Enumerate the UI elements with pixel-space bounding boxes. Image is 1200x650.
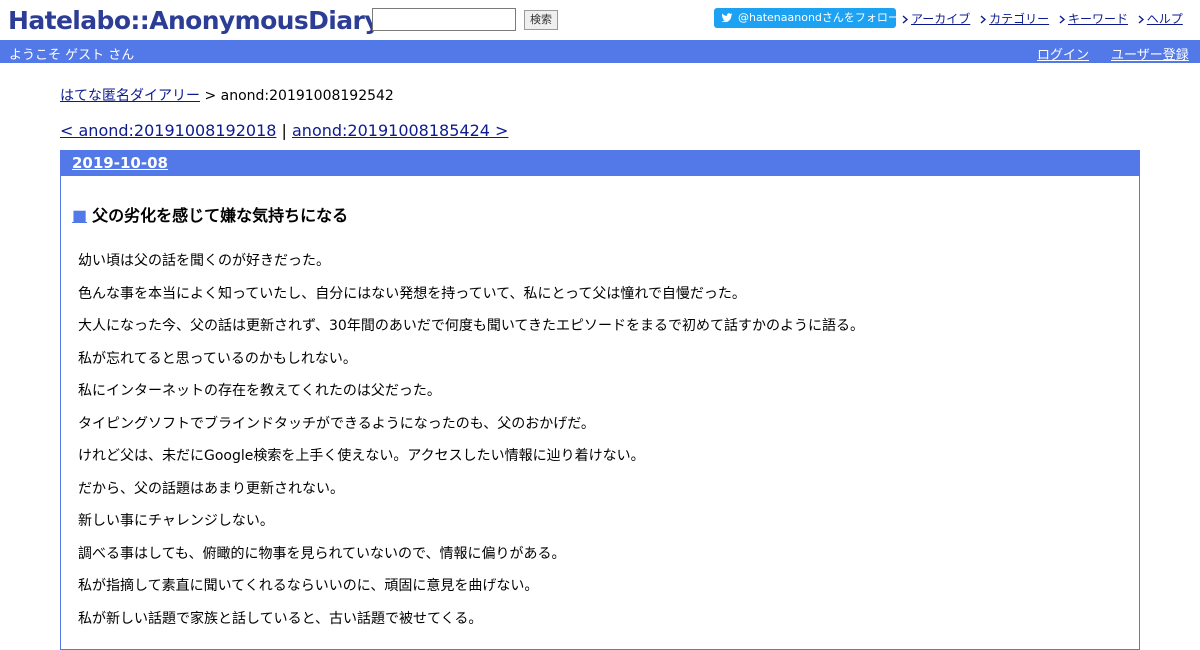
chevron-right-icon — [1138, 15, 1144, 24]
entry-body: 幼い頃は父の話を聞くのが好きだった。 色んな事を本当によく知っていたし、自分には… — [78, 250, 864, 640]
entry-paragraph: 色んな事を本当によく知っていたし、自分にはない発想を持っていて、私にとって父は憧… — [78, 285, 746, 302]
entry-paragraph: だから、父の話題はあまり更新されない。 — [78, 480, 344, 497]
breadcrumb-home-link[interactable]: はてな匿名ダイアリー — [60, 88, 200, 104]
nav-link-keyword[interactable]: キーワード — [1068, 12, 1128, 26]
entry-permalink-marker[interactable]: ■ — [72, 206, 87, 225]
site-logo[interactable]: Hatelabo::AnonymousDiary — [8, 6, 381, 35]
nav-link-category[interactable]: カテゴリー — [989, 12, 1049, 26]
entry-paragraph: 私が指摘して素直に聞いてくれるならいいのに、頑固に意見を曲げない。 — [78, 578, 539, 594]
twitter-follow-label: @hatenaanondさんをフォロー — [738, 11, 899, 24]
entry-paragraph: 大人になった今、父の話は更新されず、30年間のあいだで何度も聞いてきたエピソード… — [78, 318, 864, 334]
entry-paragraph: 私が新しい話題で家族と話していると、古い話題で被せてくる。 — [78, 610, 483, 627]
pager-separator: | — [276, 121, 292, 140]
chevron-right-icon — [1059, 15, 1066, 24]
welcome-text: ようこそ ゲスト さん — [9, 48, 135, 63]
search-input[interactable] — [372, 8, 516, 31]
entry-paragraph: 調べる事はしても、俯瞰的に物事を見られていないので、情報に偏りがある。 — [78, 545, 566, 562]
search-button[interactable]: 検索 — [524, 10, 558, 30]
breadcrumb: はてな匿名ダイアリー > anond:20191008192542 — [60, 85, 394, 105]
twitter-follow-button[interactable]: @hatenaanondさんをフォロー — [714, 8, 899, 28]
nav-item-help[interactable]: ヘルプ — [1138, 10, 1183, 27]
nav-item-keyword[interactable]: キーワード — [1059, 10, 1128, 27]
chevron-right-icon — [980, 15, 987, 24]
breadcrumb-separator: > — [200, 88, 221, 104]
nav-link-help[interactable]: ヘルプ — [1147, 12, 1183, 26]
entry-paragraph: 新しい事にチャレンジしない。 — [78, 513, 274, 529]
site-header: Hatelabo::AnonymousDiary 検索 @hatenaanond… — [0, 0, 1200, 40]
entry-paragraph: 私が忘れてると思っているのかもしれない。 — [78, 350, 357, 367]
twitter-bird-icon — [721, 13, 733, 23]
nav-link-archive[interactable]: アーカイブ — [911, 12, 970, 26]
entry-box: 2019-10-08 ■ 父の劣化を感じて嫌な気持ちになる 幼い頃は父の話を聞くの… — [60, 150, 1140, 650]
next-entry-link[interactable]: anond:20191008185424 > — [292, 121, 508, 140]
prev-entry-link[interactable]: < anond:20191008192018 — [60, 121, 276, 140]
entry-title: ■ 父の劣化を感じて嫌な気持ちになる — [72, 202, 348, 226]
login-link[interactable]: ログイン — [1037, 44, 1089, 63]
chevron-right-icon — [902, 15, 909, 24]
entry-date-bar: 2019-10-08 — [61, 150, 1139, 176]
entry-pager: < anond:20191008192018 | anond:201910081… — [60, 121, 508, 140]
entry-paragraph: 私にインターネットの存在を教えてくれたのは父だった。 — [78, 383, 441, 399]
entry-title-text: 父の劣化を感じて嫌な気持ちになる — [92, 206, 349, 225]
entry-date-link[interactable]: 2019-10-08 — [72, 154, 168, 172]
top-nav: アーカイブ カテゴリー キーワード ヘルプ — [902, 10, 1189, 27]
register-link[interactable]: ユーザー登録 — [1111, 44, 1189, 63]
entry-paragraph: けれど父は、未だにGoogle検索を上手く使えない。アクセスしたい情報に辿り着け… — [78, 448, 645, 464]
nav-item-category[interactable]: カテゴリー — [980, 10, 1049, 27]
nav-item-archive[interactable]: アーカイブ — [902, 10, 970, 27]
entry-paragraph: タイピングソフトでブラインドタッチができるようになったのも、父のおかげだ。 — [78, 415, 595, 432]
user-bar: ようこそ ゲスト さん ログイン ユーザー登録 — [0, 40, 1200, 63]
entry-paragraph: 幼い頃は父の話を聞くのが好きだった。 — [78, 253, 330, 269]
breadcrumb-current: anond:20191008192542 — [220, 88, 394, 104]
